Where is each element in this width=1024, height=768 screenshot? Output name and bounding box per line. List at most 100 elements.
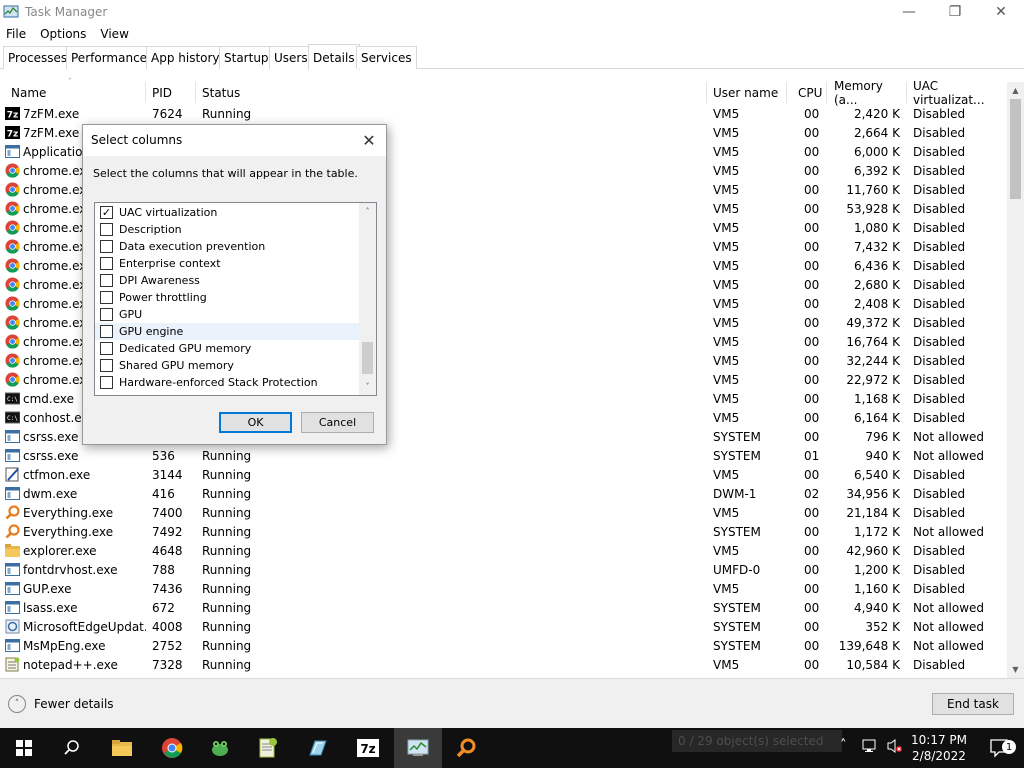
- ok-button[interactable]: OK: [219, 412, 292, 433]
- scroll-down-icon[interactable]: ▼: [1007, 661, 1024, 678]
- table-row[interactable]: Everything.exe 7492 Running SYSTEM 00 1,172 K…: [0, 522, 1008, 541]
- column-memory[interactable]: Memory (a...: [827, 79, 907, 107]
- taskbar-task-manager[interactable]: [394, 728, 442, 768]
- taskbar-clock[interactable]: 10:17 PM 2/8/2022: [906, 732, 972, 764]
- column-name[interactable]: Name: [0, 82, 146, 103]
- start-button[interactable]: [0, 728, 48, 768]
- cell-cpu: 00: [787, 199, 827, 218]
- column-option[interactable]: Description: [95, 221, 359, 238]
- taskbar-chrome[interactable]: [148, 728, 196, 768]
- tab-users[interactable]: Users: [269, 46, 313, 69]
- listbox-scroll-up-icon[interactable]: ˄: [359, 203, 376, 220]
- tab-app-history[interactable]: App history: [146, 46, 225, 69]
- end-task-button[interactable]: End task: [932, 693, 1014, 715]
- cancel-button[interactable]: Cancel: [301, 412, 374, 433]
- checkbox[interactable]: [100, 359, 113, 372]
- cell-name: GUP.exe: [0, 579, 146, 598]
- tab-processes[interactable]: Processes: [3, 46, 73, 69]
- column-option[interactable]: Enterprise context: [95, 255, 359, 272]
- menu-file[interactable]: File: [0, 27, 30, 41]
- column-option[interactable]: DPI Awareness: [95, 272, 359, 289]
- column-option[interactable]: Shared GPU memory: [95, 357, 359, 374]
- column-header: Name PID Status User name CPU Memory (a.…: [0, 79, 1024, 107]
- menu-options[interactable]: Options: [34, 27, 90, 41]
- table-row[interactable]: MsMpEng.exe 2752 Running SYSTEM 00 139,648 K N…: [0, 636, 1008, 655]
- checkbox[interactable]: [100, 240, 113, 253]
- columns-listbox[interactable]: ˄ ˅ ✓ UAC virtualization Description Data e…: [94, 202, 377, 396]
- tab-startup[interactable]: Startup: [219, 46, 274, 69]
- checkbox[interactable]: [100, 342, 113, 355]
- checkbox[interactable]: [100, 325, 113, 338]
- column-option[interactable]: Dedicated GPU memory: [95, 340, 359, 357]
- cell-cpu: 00: [787, 104, 827, 123]
- table-row[interactable]: lsass.exe 672 Running SYSTEM 00 4,940 K Not al…: [0, 598, 1008, 617]
- console-icon: C:\: [4, 410, 21, 425]
- checkbox-checked[interactable]: ✓: [100, 206, 113, 219]
- maximize-button[interactable]: ❐: [932, 0, 978, 24]
- scrollbar-thumb[interactable]: [1010, 99, 1021, 199]
- table-row[interactable]: csrss.exe 536 Running SYSTEM 01 940 K Not allo…: [0, 446, 1008, 465]
- column-pid[interactable]: PID: [146, 82, 196, 103]
- close-button[interactable]: ✕: [978, 0, 1024, 24]
- cell-text-user: VM5: [713, 657, 740, 672]
- taskbar-notepad-plus-plus[interactable]: [244, 728, 292, 768]
- column-uac-virtualization[interactable]: UAC virtualizat...: [907, 79, 1007, 107]
- taskbar-paint[interactable]: [294, 728, 342, 768]
- column-option[interactable]: GPU engine: [95, 323, 359, 340]
- table-row[interactable]: fontdrvhost.exe 788 Running UMFD-0 00 1,200 K…: [0, 560, 1008, 579]
- table-row[interactable]: Everything.exe 7400 Running VM5 00 21,184 K Di…: [0, 503, 1008, 522]
- table-row[interactable]: ctfmon.exe 3144 Running VM5 00 6,540 K Disable…: [0, 465, 1008, 484]
- table-row[interactable]: explorer.exe 4648 Running VM5 00 42,960 K Disa…: [0, 541, 1008, 560]
- listbox-scroll-down-icon[interactable]: ˅: [359, 378, 376, 395]
- tab-performance[interactable]: Performance: [66, 46, 153, 69]
- taskbar-7zip[interactable]: 7z: [344, 728, 392, 768]
- table-row[interactable]: dwm.exe 416 Running DWM-1 02 34,956 K Disabled: [0, 484, 1008, 503]
- chrome-icon: [5, 353, 20, 368]
- tab-services[interactable]: Services: [356, 46, 417, 69]
- checkbox[interactable]: [100, 291, 113, 304]
- column-option[interactable]: Hardware-enforced Stack Protection: [95, 374, 359, 391]
- column-status[interactable]: Status: [196, 82, 707, 103]
- volume-muted-icon[interactable]: [886, 738, 904, 758]
- checkbox[interactable]: [100, 223, 113, 236]
- cell-status: Running: [196, 579, 707, 598]
- dialog-close-icon[interactable]: ✕: [358, 129, 380, 151]
- cell-text-pid: 672: [152, 600, 175, 615]
- column-option[interactable]: GPU: [95, 306, 359, 323]
- cell-uac: Disabled: [907, 579, 1007, 598]
- taskbar-file-explorer[interactable]: [98, 728, 146, 768]
- checkbox[interactable]: [100, 257, 113, 270]
- listbox-scrollbar[interactable]: ˄ ˅: [359, 203, 376, 395]
- column-option[interactable]: Data execution prevention: [95, 238, 359, 255]
- scroll-up-icon[interactable]: ▲: [1007, 82, 1024, 99]
- cell-text-mem: 2,420 K: [853, 106, 900, 121]
- listbox-scrollbar-thumb[interactable]: [362, 342, 373, 374]
- table-row[interactable]: MicrosoftEdgeUpdat... 4008 Running SYSTEM 00…: [0, 617, 1008, 636]
- taskbar-frog-app[interactable]: [196, 728, 244, 768]
- tray-chevron-up-icon[interactable]: ˄: [840, 738, 847, 753]
- action-center-button[interactable]: 1: [976, 728, 1024, 768]
- minimize-button[interactable]: —: [886, 0, 932, 24]
- column-user-name[interactable]: User name: [707, 82, 787, 103]
- checkbox[interactable]: [100, 274, 113, 287]
- search-button[interactable]: [48, 728, 96, 768]
- table-row[interactable]: GUP.exe 7436 Running VM5 00 1,160 K Disabled: [0, 579, 1008, 598]
- fewer-details-button[interactable]: ˄ Fewer details: [8, 695, 114, 713]
- cell-text-mem: 6,436 K: [853, 258, 900, 273]
- table-scrollbar[interactable]: ▲ ▼: [1007, 82, 1024, 678]
- tab-details[interactable]: Details: [308, 44, 360, 70]
- cell-text-user: VM5: [713, 106, 740, 121]
- cell-status: Running: [196, 598, 707, 617]
- checkbox[interactable]: [100, 376, 113, 389]
- table-row[interactable]: 7z 7zFM.exe 7624 Running VM5 00 2,420 K Disable…: [0, 104, 1008, 123]
- checkbox[interactable]: [100, 308, 113, 321]
- cell-text-name: 7zFM.exe: [23, 125, 80, 140]
- column-option[interactable]: Power throttling: [95, 289, 359, 306]
- menu-view[interactable]: View: [94, 27, 132, 41]
- column-option[interactable]: ✓ UAC virtualization: [95, 204, 359, 221]
- network-icon[interactable]: [862, 738, 880, 758]
- table-row[interactable]: notepad++.exe 7328 Running VM5 00 10,584 K Dis…: [0, 655, 1008, 674]
- column-cpu[interactable]: CPU: [787, 82, 827, 103]
- cell-text-cpu: 00: [804, 562, 820, 577]
- taskbar-everything[interactable]: [442, 728, 490, 768]
